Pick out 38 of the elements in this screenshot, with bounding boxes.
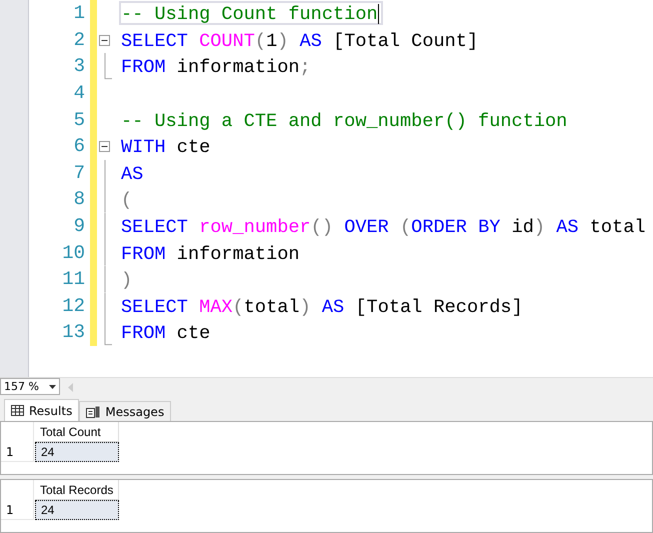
code-line: SELECT MAX(total) AS [Total Records]	[120, 296, 524, 318]
table-cell[interactable]: 24	[35, 442, 119, 462]
results-tab[interactable]: Messages	[79, 401, 172, 421]
fold-end	[104, 53, 112, 80]
document-icon	[86, 406, 100, 418]
line-number: 9	[72, 215, 86, 238]
line-number: 4	[72, 82, 86, 104]
fold-end	[104, 319, 112, 346]
code-line: (	[120, 189, 134, 212]
line-number: 12	[61, 294, 86, 317]
line-number: 8	[72, 188, 86, 210]
code-line: )	[120, 269, 134, 292]
collapse-icon[interactable]	[99, 140, 110, 152]
row-number: 1	[1, 442, 34, 462]
line-number: 11	[61, 268, 86, 290]
code-line: FROM cte	[120, 322, 212, 344]
code-line: SELECT COUNT(1) AS [Total Count]	[120, 30, 480, 52]
line-number: 2	[72, 28, 86, 51]
collapse-icon[interactable]	[99, 34, 110, 46]
code-line: -- Using a CTE and row_number() function	[120, 110, 568, 132]
line-number: 6	[72, 135, 86, 158]
code-line: WITH cte	[120, 136, 212, 158]
code-line: SELECT row_number() OVER (ORDER BY id) AS total	[120, 216, 647, 238]
line-number: 3	[72, 55, 86, 78]
table-cell[interactable]: 24	[35, 500, 119, 520]
line-number: 10	[61, 242, 86, 264]
line-number: 1	[72, 2, 86, 24]
line-number: 7	[72, 162, 86, 184]
code-line: AS	[120, 162, 144, 185]
dropdown-caret-icon	[49, 384, 56, 388]
code-line: FROM information	[120, 242, 301, 265]
results-tab[interactable]: Results	[4, 399, 80, 421]
zoom-dropdown[interactable]: 157 %	[0, 378, 60, 395]
line-number: 5	[72, 108, 86, 131]
grid-icon	[11, 405, 24, 416]
line-number: 13	[61, 321, 86, 344]
row-number: 1	[1, 500, 34, 520]
code-line: FROM information;	[120, 56, 312, 78]
